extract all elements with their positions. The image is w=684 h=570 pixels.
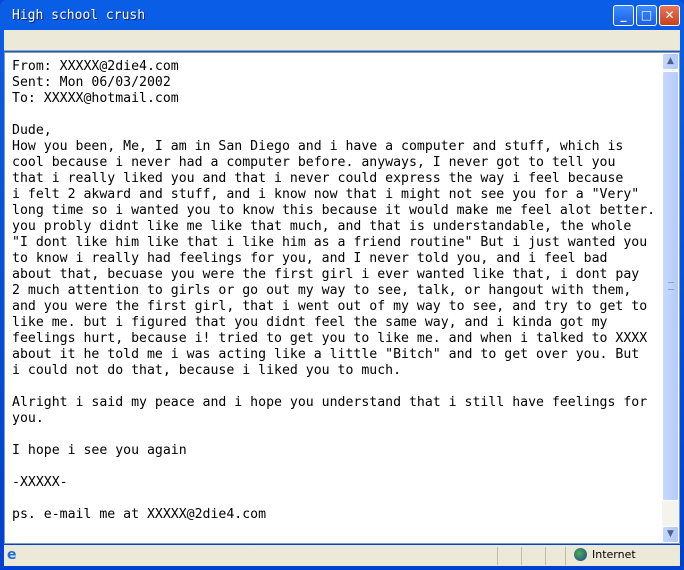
- window-title: High school crush: [12, 8, 146, 23]
- body-line: cool because i never had a computer befo…: [12, 155, 616, 170]
- body-line: ps. e-mail me at XXXXX@2die4.com: [12, 507, 267, 522]
- content-pane: From: XXXXX@2die4.com Sent: Mon 06/03/200…: [4, 52, 680, 544]
- body-line: Alright i said my peace and i hope you u…: [12, 395, 648, 410]
- body-line: [12, 491, 662, 507]
- toolbar: [4, 30, 680, 51]
- header-line: To: XXXXX@hotmail.com: [12, 91, 179, 106]
- scroll-thumb[interactable]: [662, 71, 679, 501]
- body-line: 2 much attention to girls or go out my w…: [12, 283, 632, 298]
- header-line: Sent: Mon 06/03/2002: [12, 75, 171, 90]
- divider: [545, 547, 546, 565]
- body-line: that i really liked you and that i never…: [12, 171, 624, 186]
- body-line: Dude,: [12, 123, 52, 138]
- security-zone: Internet: [574, 548, 636, 561]
- body-line: i felt 2 akward and stuff, and i know no…: [12, 187, 640, 202]
- scroll-down-button[interactable]: ▼: [662, 526, 679, 543]
- body-line: you probly didnt like me like that much,…: [12, 219, 632, 234]
- body-line: to know i really had feelings for you, a…: [12, 251, 608, 266]
- minimize-button[interactable]: _: [613, 5, 634, 26]
- body-line: and you were the first girl, that i went…: [12, 299, 648, 314]
- divider: [497, 547, 498, 565]
- scroll-up-button[interactable]: ▲: [662, 53, 679, 70]
- body-line: [12, 427, 662, 443]
- maximize-button[interactable]: □: [636, 5, 657, 26]
- globe-icon: [574, 548, 587, 561]
- body-line: [12, 107, 662, 123]
- body-line: like me. but i figured that you didnt fe…: [12, 315, 608, 330]
- close-button[interactable]: ✕: [659, 5, 680, 26]
- body-line: [12, 379, 662, 395]
- body-line: about that, becuase you were the first g…: [12, 267, 640, 282]
- divider: [521, 547, 522, 565]
- body-line: you.: [12, 411, 44, 426]
- body-line: I hope i see you again: [12, 443, 187, 458]
- grip-icon: [668, 282, 674, 290]
- header-line: From: XXXXX@2die4.com: [12, 59, 179, 74]
- body-line: How you been, Me, I am in San Diego and …: [12, 139, 624, 154]
- ie-page-icon: e: [7, 547, 17, 563]
- body-line: [12, 459, 662, 475]
- body-line: i could not do that, because i liked you…: [12, 363, 402, 378]
- vertical-scrollbar[interactable]: ▲ ▼: [662, 53, 679, 543]
- body-line: -XXXXX-: [12, 475, 68, 490]
- body-line: feelings hurt, because i! tried to get y…: [12, 331, 648, 346]
- email-text: From: XXXXX@2die4.com Sent: Mon 06/03/200…: [12, 59, 662, 523]
- body-line: about it he told me i was acting like a …: [12, 347, 640, 362]
- zone-label: Internet: [592, 548, 636, 561]
- status-bar: e Internet: [4, 545, 680, 566]
- divider: [565, 547, 566, 565]
- body-line: "I dont like him like that i like him as…: [12, 235, 648, 250]
- body-line: long time so i wanted you to know this b…: [12, 203, 656, 218]
- browser-window: High school crush _ □ ✕ From: XXXXX@2die…: [0, 0, 684, 570]
